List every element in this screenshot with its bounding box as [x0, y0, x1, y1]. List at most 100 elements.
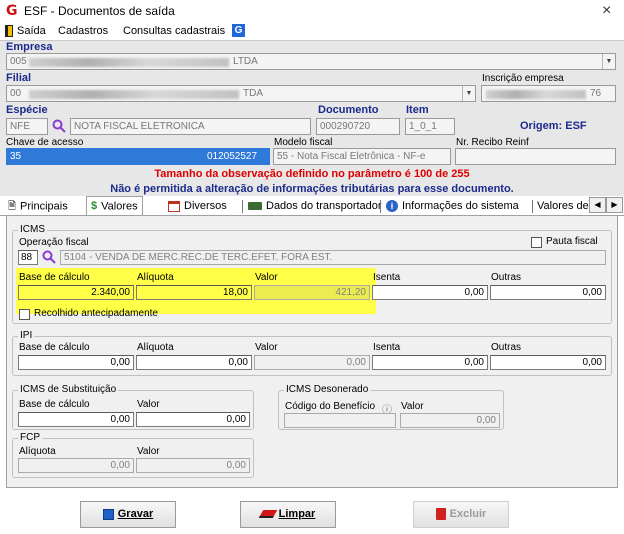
tab-diversos[interactable]: Diversos: [168, 198, 227, 215]
icms-valor-field[interactable]: 421,20: [254, 285, 370, 300]
icms-desonerado-title: ICMS Desonerado: [284, 384, 371, 395]
money-icon: $: [91, 200, 98, 212]
empresa-suffix: LTDA: [233, 56, 258, 67]
truck-icon: [248, 202, 262, 211]
especie-code-field[interactable]: NFE: [6, 118, 48, 135]
icms-base-label: Base de cálculo: [19, 272, 90, 283]
search-icon[interactable]: [42, 250, 56, 264]
tab-valores[interactable]: $ Valores: [86, 196, 143, 215]
tab-scroll-left-icon[interactable]: ◀: [589, 197, 606, 213]
limpar-button[interactable]: Limpar: [240, 501, 336, 528]
icms-aliquota-field[interactable]: 18,00: [136, 285, 252, 300]
close-icon[interactable]: ×: [602, 2, 611, 20]
icms-st-base-field[interactable]: 0,00: [18, 412, 134, 427]
tab-info-sistema[interactable]: i Informações do sistema: [386, 198, 519, 215]
tab-info-sistema-label: Informações do sistema: [402, 200, 519, 212]
menu-cadastros[interactable]: Cadastros: [58, 25, 108, 37]
pauta-fiscal-checkbox[interactable]: [531, 237, 542, 248]
tab-valores-ir[interactable]: Valores de ir: [537, 198, 589, 215]
item-field[interactable]: 1_0_1: [405, 118, 455, 135]
icms-desonerado-valor-field[interactable]: 0,00: [400, 413, 500, 428]
save-icon: [102, 508, 114, 520]
ipi-aliquota-field[interactable]: 0,00: [136, 355, 252, 370]
pauta-fiscal-label: Pauta fiscal: [546, 236, 598, 247]
document-icon: 🗎: [8, 201, 17, 212]
chave-prefix: 35: [10, 151, 22, 162]
calendar-icon: [168, 200, 180, 212]
icms-desonerado-valor-label: Valor: [401, 401, 424, 412]
icms-isenta-label: Isenta: [373, 272, 401, 283]
menu-saida[interactable]: Saída: [17, 25, 46, 37]
tab-principais[interactable]: 🗎 Principais: [8, 198, 68, 215]
inscricao-suffix: 76: [590, 88, 602, 99]
chevron-down-icon[interactable]: ▼: [462, 86, 475, 101]
chave-acesso-field[interactable]: 35 012052527: [6, 148, 270, 165]
menu-consultas-cadastrais[interactable]: Consultas cadastrais: [123, 25, 225, 37]
modelo-field[interactable]: 55 - Nota Fiscal Eletrônica - NF-e: [273, 148, 451, 165]
recolhido-checkbox[interactable]: [19, 309, 30, 320]
ipi-outras-field[interactable]: 0,00: [490, 355, 606, 370]
ipi-aliquota-label: Alíquota: [137, 342, 174, 353]
ipi-base-field[interactable]: 0,00: [18, 355, 134, 370]
ipi-base-label: Base de cálculo: [19, 342, 90, 353]
search-icon[interactable]: [52, 119, 66, 133]
operacao-code-field[interactable]: 88: [18, 250, 38, 265]
icms-base-field[interactable]: 2.340,00: [18, 285, 134, 300]
filial-field[interactable]: 00 TDA ▼: [6, 85, 476, 102]
icms-st-valor-field[interactable]: 0,00: [136, 412, 250, 427]
documento-label: Documento: [318, 104, 379, 116]
filial-label: Filial: [6, 72, 32, 84]
documento-field[interactable]: 000290720: [316, 118, 400, 135]
chevron-down-icon[interactable]: ▼: [602, 54, 615, 69]
icms-st-title: ICMS de Substituição: [18, 384, 119, 395]
icms-isenta-field[interactable]: 0,00: [372, 285, 488, 300]
fcp-valor-field[interactable]: 0,00: [136, 458, 250, 473]
codigo-beneficio-field[interactable]: [284, 413, 396, 428]
icms-valor-label: Valor: [255, 272, 278, 283]
especie-description-field[interactable]: NOTA FISCAL ELETRONICA: [70, 118, 311, 135]
filial-code: 00: [10, 88, 22, 99]
warning-observacao: Tamanho da observação definido no parâme…: [154, 168, 470, 180]
recibo-label: Nr. Recibo Reinf: [456, 137, 529, 148]
fcp-aliquota-field[interactable]: 0,00: [18, 458, 134, 473]
ipi-title: IPI: [18, 330, 35, 341]
tab-diversos-label: Diversos: [184, 200, 227, 212]
icms-outras-field[interactable]: 0,00: [490, 285, 606, 300]
icms-aliquota-label: Alíquota: [137, 272, 174, 283]
ipi-valor-label: Valor: [255, 342, 278, 353]
tab-principais-label: Principais: [20, 200, 68, 213]
info-icon: i: [386, 200, 398, 213]
item-label: Item: [406, 104, 429, 116]
tab-transportador[interactable]: Dados do transportador: [248, 198, 382, 215]
gravar-label: Gravar: [117, 508, 154, 520]
especie-label: Espécie: [6, 104, 48, 116]
tab-separator: [242, 200, 243, 213]
limpar-label: Limpar: [278, 508, 316, 520]
gravar-button[interactable]: Gravar: [80, 501, 176, 528]
ipi-outras-label: Outras: [491, 342, 522, 353]
inscricao-redacted: [486, 90, 586, 99]
fcp-title: FCP: [18, 432, 42, 443]
icms-title: ICMS: [18, 224, 47, 235]
ipi-isenta-field[interactable]: 0,00: [372, 355, 488, 370]
excluir-button[interactable]: Excluir: [413, 501, 509, 528]
ipi-valor-field[interactable]: 0,00: [254, 355, 370, 370]
empresa-field[interactable]: 005 LTDA ▼: [6, 53, 616, 70]
icms-outras-label: Outras: [491, 272, 522, 283]
empresa-label: Empresa: [6, 41, 53, 53]
tab-separator: [532, 200, 533, 213]
consulta-app-icon[interactable]: G: [232, 24, 245, 37]
recibo-field[interactable]: [455, 148, 616, 165]
tab-scroll-right-icon[interactable]: ▶: [606, 197, 623, 213]
origem-label: Origem: ESF: [520, 120, 587, 132]
inscricao-field[interactable]: 76: [481, 85, 616, 102]
excluir-label: Excluir: [449, 508, 487, 520]
fcp-valor-label: Valor: [137, 446, 160, 457]
operacao-description-field[interactable]: 5104 - VENDA DE MERC.REC.DE TERC.EFET. F…: [60, 250, 606, 265]
filial-name-redacted: [29, 90, 239, 99]
chave-suffix: 012052527: [207, 151, 258, 162]
operacao-fiscal-label: Operação fiscal: [19, 237, 89, 248]
trash-icon: [435, 508, 446, 521]
chave-label: Chave de acesso: [6, 137, 84, 148]
codigo-beneficio-label: Código do Benefício: [285, 401, 376, 412]
